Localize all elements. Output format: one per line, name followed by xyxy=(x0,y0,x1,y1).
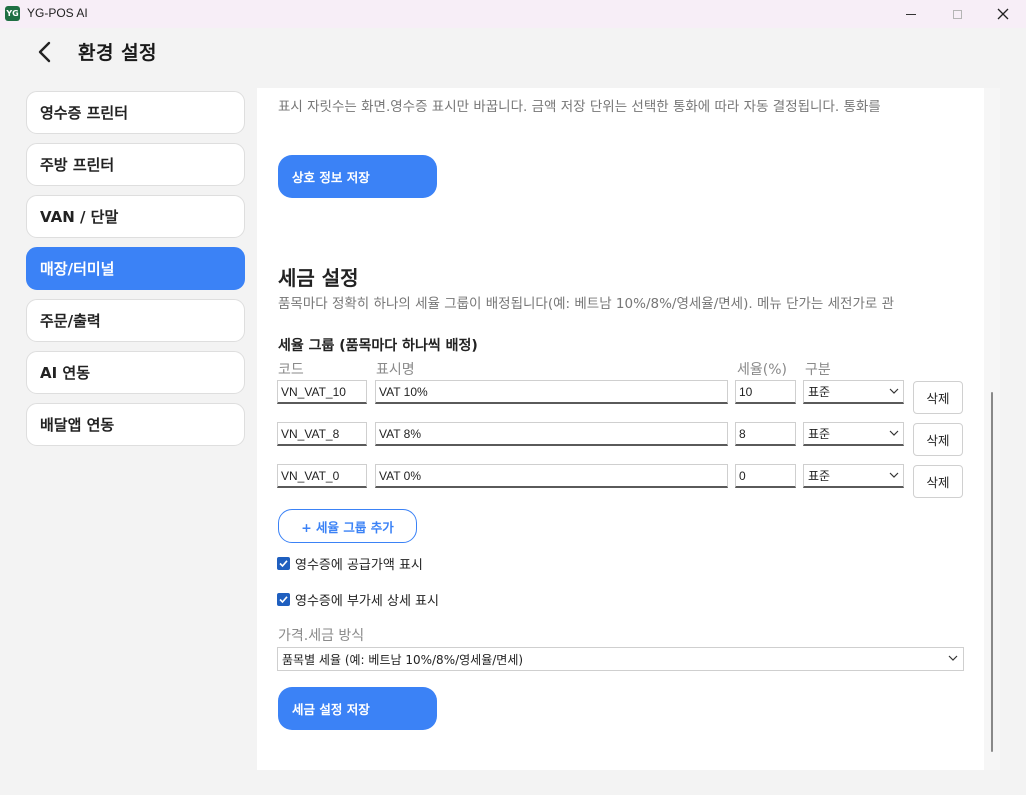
close-button[interactable] xyxy=(980,0,1026,28)
sidebar-item-kitchen-printer[interactable]: 주방 프린터 xyxy=(26,143,245,186)
tax-kind-select[interactable]: 표준 xyxy=(803,422,904,446)
chevron-down-icon xyxy=(889,388,899,394)
tax-group-heading: 세율 그룹 (품목마다 하나씩 배정) xyxy=(278,338,478,354)
delete-tax-group-button[interactable]: 삭제 xyxy=(913,465,963,498)
chevron-down-icon xyxy=(948,655,958,661)
show-vat-detail-option[interactable]: 영수증에 부가세 상세 표시 xyxy=(277,590,439,609)
tax-name-input[interactable]: VAT 0% xyxy=(375,464,728,488)
sidebar-item-order-output[interactable]: 주문/출력 xyxy=(26,299,245,342)
tax-rate-input[interactable]: 10 xyxy=(735,380,796,404)
maximize-button[interactable] xyxy=(934,0,980,28)
price-tax-method-value: 품목별 세율 (예: 베트남 10%/8%/영세율/면세) xyxy=(282,652,524,667)
scrollbar-thumb[interactable] xyxy=(991,392,993,752)
sidebar-item-van-terminal[interactable]: VAN / 단말 xyxy=(26,195,245,238)
minimize-button[interactable] xyxy=(888,0,934,28)
tax-section-hint: 품목마다 정확히 하나의 세율 그룹이 배정됩니다(예: 베트남 10%/8%/… xyxy=(278,296,895,312)
sidebar-item-delivery-app[interactable]: 배달앱 연동 xyxy=(26,403,245,446)
tax-kind-value: 표준 xyxy=(808,469,831,483)
tax-code-input[interactable]: VN_VAT_8 xyxy=(277,422,367,446)
sidebar-item-receipt-printer[interactable]: 영수증 프린터 xyxy=(26,91,245,134)
delete-tax-group-button[interactable]: 삭제 xyxy=(913,381,963,414)
tax-rate-input[interactable]: 0 xyxy=(735,464,796,488)
checkbox-checked-icon[interactable] xyxy=(277,557,290,570)
tax-settings-save-button[interactable]: 세금 설정 저장 xyxy=(278,687,437,730)
window-title: YG-POS AI xyxy=(27,6,88,20)
minimize-icon xyxy=(906,13,916,15)
chevron-down-icon xyxy=(889,430,899,436)
maximize-icon xyxy=(952,9,962,19)
tax-section-title: 세금 설정 xyxy=(278,266,359,290)
show-supply-amount-label: 영수증에 공급가액 표시 xyxy=(295,558,423,573)
tax-name-input[interactable]: VAT 10% xyxy=(375,380,728,404)
tax-code-input[interactable]: VN_VAT_0 xyxy=(277,464,367,488)
sidebar-item-ai-integration[interactable]: AI 연동 xyxy=(26,351,245,394)
tax-kind-value: 표준 xyxy=(808,385,831,399)
tax-kind-value: 표준 xyxy=(808,427,831,441)
column-header-kind: 구분 xyxy=(805,362,831,378)
store-display-hint: 표시 자릿수는 화면.영수증 표시만 바꿉니다. 금액 저장 단위는 선택한 통… xyxy=(278,99,881,115)
add-tax-group-button[interactable]: + 세율 그룹 추가 xyxy=(278,509,417,543)
store-info-save-button[interactable]: 상호 정보 저장 xyxy=(278,155,437,198)
column-header-code: 코드 xyxy=(278,362,304,378)
tax-code-input[interactable]: VN_VAT_10 xyxy=(277,380,367,404)
price-tax-method-select[interactable]: 품목별 세율 (예: 베트남 10%/8%/영세율/면세) xyxy=(277,647,964,671)
show-vat-detail-label: 영수증에 부가세 상세 표시 xyxy=(295,594,439,609)
checkbox-checked-icon[interactable] xyxy=(277,593,290,606)
show-supply-amount-option[interactable]: 영수증에 공급가액 표시 xyxy=(277,554,423,573)
delete-tax-group-button[interactable]: 삭제 xyxy=(913,423,963,456)
tax-name-input[interactable]: VAT 8% xyxy=(375,422,728,446)
sidebar-item-store-terminal[interactable]: 매장/터미널 xyxy=(26,247,245,290)
app-logo-icon: YG xyxy=(5,6,20,21)
back-arrow-icon xyxy=(38,41,51,63)
tax-kind-select[interactable]: 표준 xyxy=(803,464,904,488)
column-header-name: 표시명 xyxy=(376,362,415,378)
column-header-rate: 세율(%) xyxy=(737,362,787,378)
tax-kind-select[interactable]: 표준 xyxy=(803,380,904,404)
page-title: 환경 설정 xyxy=(78,42,158,64)
price-tax-method-label: 가격.세금 방식 xyxy=(278,628,365,644)
close-icon xyxy=(997,8,1009,20)
chevron-down-icon xyxy=(889,472,899,478)
title-bar: YG YG-POS AI xyxy=(0,0,1026,28)
tax-rate-input[interactable]: 8 xyxy=(735,422,796,446)
back-button[interactable] xyxy=(34,40,58,64)
